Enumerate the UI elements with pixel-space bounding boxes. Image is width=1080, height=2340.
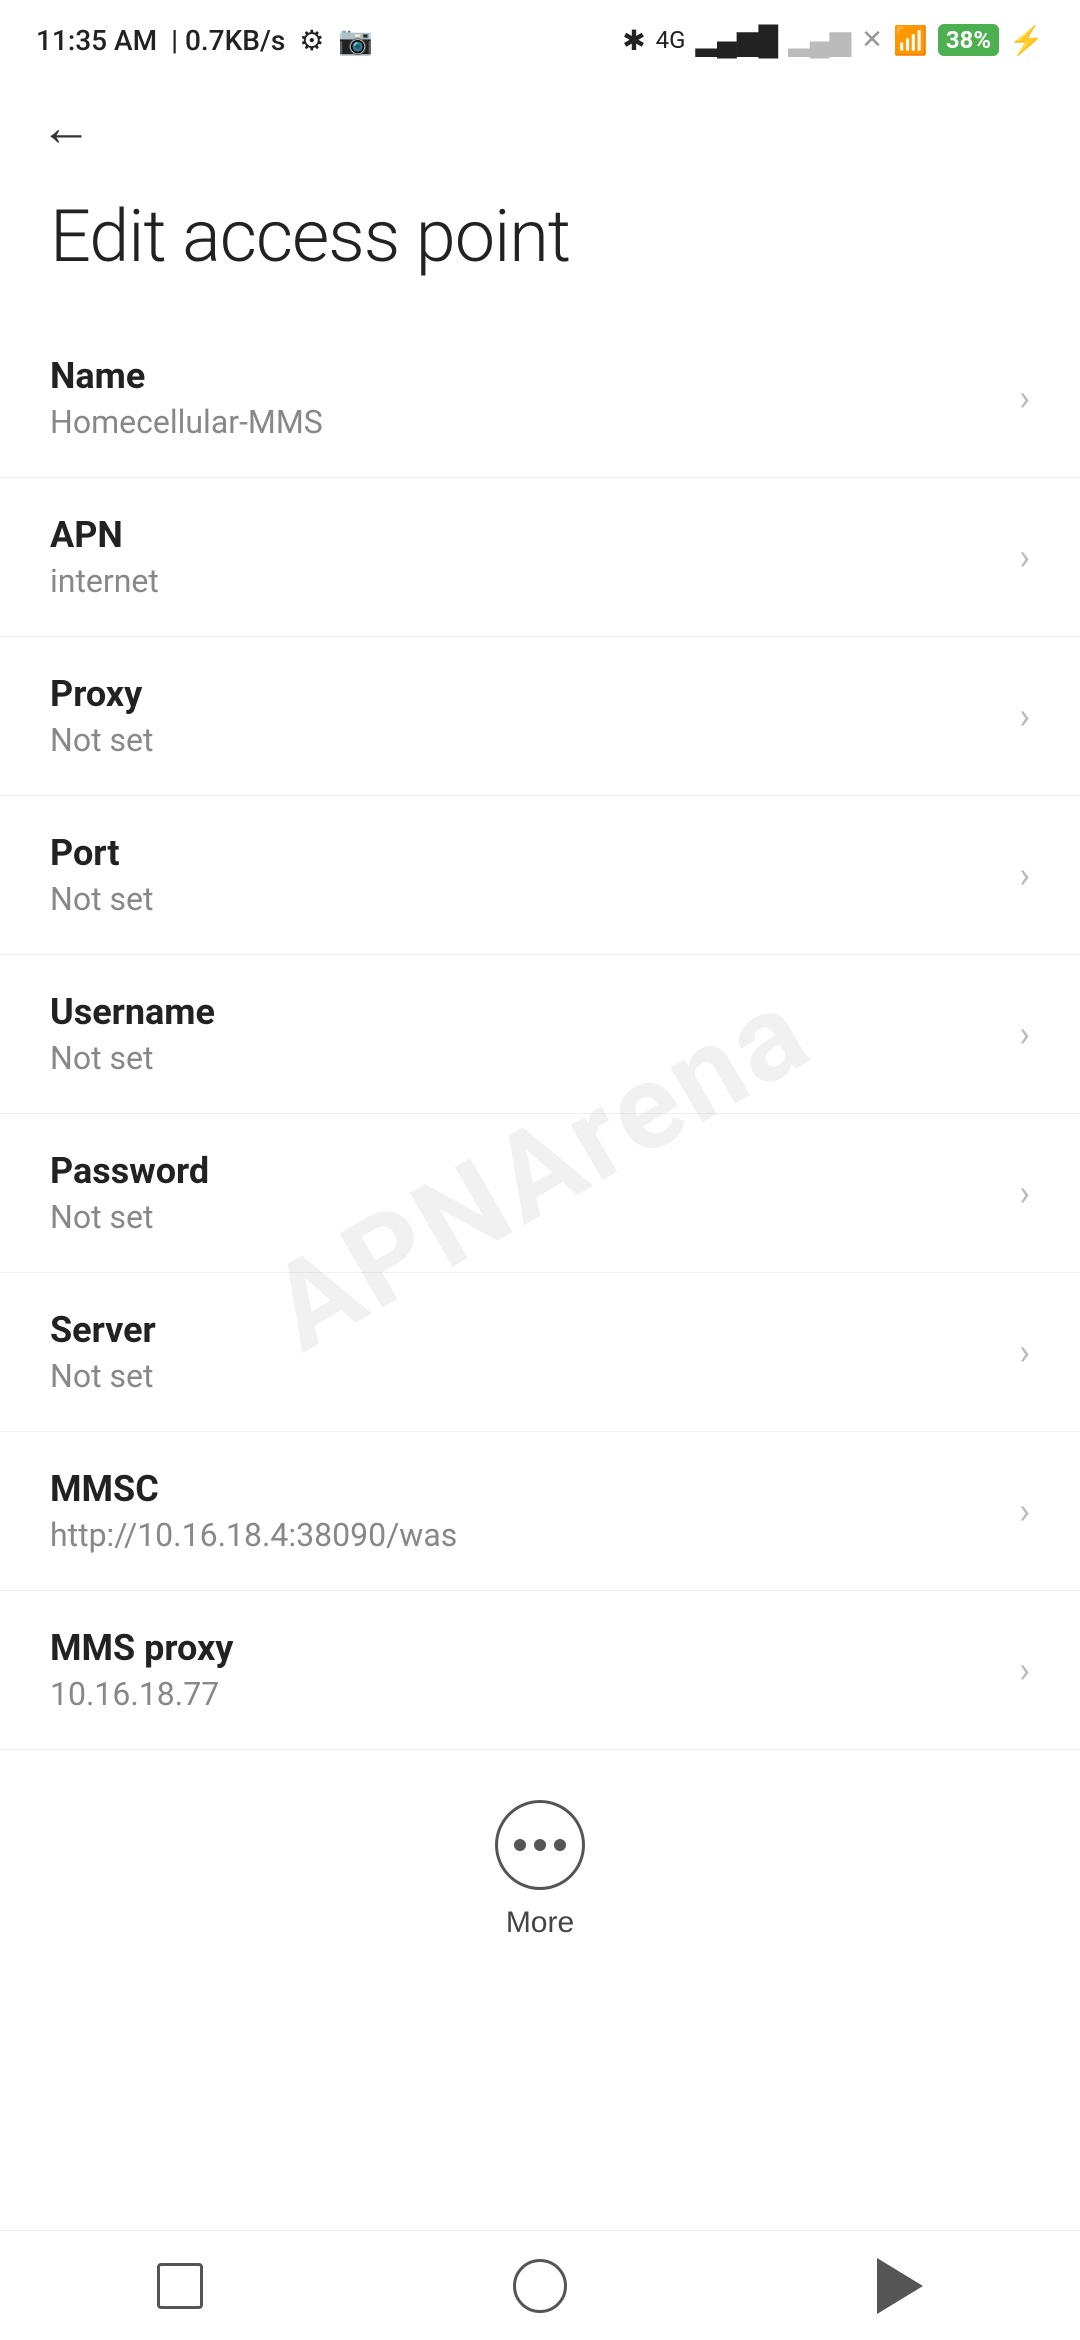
settings-item-proxy[interactable]: Proxy Not set › — [0, 637, 1080, 796]
settings-item-label-5: Password — [50, 1150, 999, 1192]
back-button[interactable]: ← — [40, 102, 92, 154]
settings-item-value-3: Not set — [50, 880, 999, 918]
chevron-right-icon: › — [1019, 377, 1030, 419]
bolt-icon: ⚡ — [1009, 24, 1044, 57]
bluetooth-icon: ✱ — [622, 24, 645, 57]
bottom-nav — [0, 2230, 1080, 2340]
more-label: More — [506, 1906, 574, 1940]
more-dots-icon — [514, 1839, 566, 1851]
settings-item-label-1: APN — [50, 514, 999, 556]
signal-bars-icon: ▂▄▆█ — [696, 24, 779, 57]
settings-item-content: Name Homecellular-MMS — [50, 355, 999, 441]
settings-item-content: Server Not set — [50, 1309, 999, 1395]
settings-item-mmsc[interactable]: MMSC http://10.16.18.4:38090/was › — [0, 1432, 1080, 1591]
settings-item-label-0: Name — [50, 355, 999, 397]
back-area: ← — [0, 72, 1080, 174]
more-button[interactable]: More — [455, 1790, 625, 1950]
settings-item-content: MMSC http://10.16.18.4:38090/was — [50, 1468, 999, 1554]
settings-item-mms-proxy[interactable]: MMS proxy 10.16.18.77 › — [0, 1591, 1080, 1750]
dot-2 — [534, 1839, 546, 1851]
settings-item-content: MMS proxy 10.16.18.77 — [50, 1627, 999, 1713]
chevron-right-icon: › — [1019, 1013, 1030, 1055]
back-nav-icon — [877, 2258, 923, 2314]
status-right: ✱ 4G ▂▄▆█ ▂▄▆ ✕ 📶 38% ⚡ — [622, 24, 1044, 57]
settings-item-label-8: MMS proxy — [50, 1627, 999, 1669]
signal-4g-icon: 4G — [656, 26, 686, 54]
chevron-right-icon: › — [1019, 695, 1030, 737]
dot-3 — [554, 1839, 566, 1851]
more-area: More — [0, 1750, 1080, 1980]
settings-item-value-6: Not set — [50, 1357, 999, 1395]
chevron-right-icon: › — [1019, 1649, 1030, 1691]
settings-item-value-7: http://10.16.18.4:38090/was — [50, 1516, 999, 1554]
home-button[interactable] — [480, 2246, 600, 2326]
time-display: 11:35 AM — [36, 24, 157, 57]
more-circle-icon — [495, 1800, 585, 1890]
back-nav-button[interactable] — [840, 2246, 960, 2326]
settings-item-apn[interactable]: APN internet › — [0, 478, 1080, 637]
settings-item-value-0: Homecellular-MMS — [50, 403, 999, 441]
settings-item-content: Proxy Not set — [50, 673, 999, 759]
home-icon — [513, 2259, 567, 2313]
signal-bars2-icon: ▂▄▆ — [788, 24, 851, 57]
settings-item-label-7: MMSC — [50, 1468, 999, 1510]
battery-icon: 38% — [938, 24, 999, 56]
settings-item-content: Username Not set — [50, 991, 999, 1077]
settings-item-content: Password Not set — [50, 1150, 999, 1236]
chevron-right-icon: › — [1019, 1331, 1030, 1373]
chevron-right-icon: › — [1019, 1490, 1030, 1532]
chevron-right-icon: › — [1019, 536, 1030, 578]
settings-item-value-4: Not set — [50, 1039, 999, 1077]
status-left: 11:35 AM | 0.7KB/s ⚙ 📷 — [36, 24, 373, 57]
page-title: Edit access point — [0, 174, 1080, 319]
settings-item-label-2: Proxy — [50, 673, 999, 715]
settings-item-name[interactable]: Name Homecellular-MMS › — [0, 319, 1080, 478]
settings-item-server[interactable]: Server Not set › — [0, 1273, 1080, 1432]
chevron-right-icon: › — [1019, 1172, 1030, 1214]
speed-display: | 0.7KB/s — [171, 24, 285, 57]
signal-cross-icon: ✕ — [861, 25, 883, 55]
settings-item-content: Port Not set — [50, 832, 999, 918]
settings-item-value-5: Not set — [50, 1198, 999, 1236]
settings-item-value-2: Not set — [50, 721, 999, 759]
settings-item-value-8: 10.16.18.77 — [50, 1675, 999, 1713]
dot-1 — [514, 1839, 526, 1851]
status-bar: 11:35 AM | 0.7KB/s ⚙ 📷 ✱ 4G ▂▄▆█ ▂▄▆ ✕ 📶… — [0, 0, 1080, 72]
settings-item-label-4: Username — [50, 991, 999, 1033]
gear-icon: ⚙ — [299, 24, 324, 57]
chevron-right-icon: › — [1019, 854, 1030, 896]
recent-apps-icon — [157, 2263, 203, 2309]
settings-item-label-3: Port — [50, 832, 999, 874]
settings-list: Name Homecellular-MMS › APN internet › P… — [0, 319, 1080, 1750]
recent-apps-button[interactable] — [120, 2246, 240, 2326]
settings-item-password[interactable]: Password Not set › — [0, 1114, 1080, 1273]
settings-item-username[interactable]: Username Not set › — [0, 955, 1080, 1114]
settings-item-label-6: Server — [50, 1309, 999, 1351]
camera-icon: 📷 — [338, 24, 373, 57]
settings-item-port[interactable]: Port Not set › — [0, 796, 1080, 955]
settings-item-value-1: internet — [50, 562, 999, 600]
settings-item-content: APN internet — [50, 514, 999, 600]
wifi-icon: 📶 — [893, 24, 928, 57]
